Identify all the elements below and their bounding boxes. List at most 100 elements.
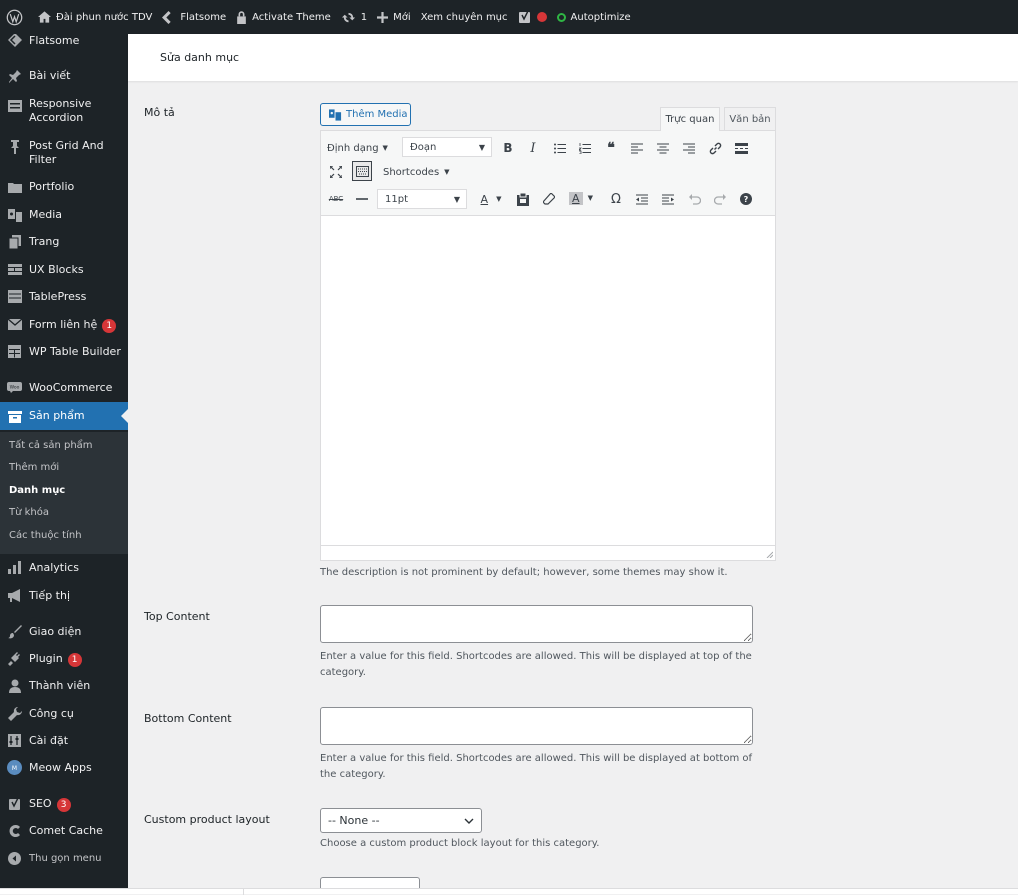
new-label: Mới (393, 11, 411, 23)
sidebar-item-settings[interactable]: Cài đặt (0, 733, 128, 747)
undo-button[interactable] (687, 190, 703, 208)
bottom-content-field[interactable] (320, 707, 753, 745)
sidebar-item-analytics[interactable]: Analytics (0, 560, 128, 574)
pin-icon (7, 68, 22, 83)
sidebar-item-ux-blocks[interactable]: UX Blocks (0, 262, 128, 276)
seo-count-badge: 3 (56, 798, 71, 812)
format-menu-button[interactable]: Định dạng ▼ (327, 139, 388, 157)
submenu-tags[interactable]: Từ khóa (9, 507, 49, 518)
italic-button[interactable]: I (525, 139, 541, 157)
autoptimize-menu[interactable]: Autoptimize (552, 0, 636, 34)
sidebar-item-posts[interactable]: Bài viết (0, 68, 128, 83)
tab-text[interactable]: Văn bản (724, 107, 776, 130)
horizontal-line-button[interactable] (354, 190, 370, 208)
bold-button[interactable]: B (500, 139, 516, 157)
accordion-icon (7, 98, 22, 113)
pages-icon (7, 234, 22, 249)
align-center-button[interactable] (655, 139, 671, 157)
help-icon: ? (740, 193, 752, 205)
activate-theme-menu[interactable]: Activate Theme (231, 0, 336, 34)
plugin-icon (7, 651, 22, 666)
sidebar-item-portfolio[interactable]: Portfolio (0, 179, 128, 193)
sidebar-item-tools[interactable]: Công cụ (0, 706, 128, 721)
align-center-icon (657, 143, 669, 153)
flatsome-label: Flatsome (180, 11, 227, 23)
comet-cache-icon (7, 823, 22, 838)
flatsome-menu[interactable]: Flatsome (157, 0, 231, 34)
updates-count: 1 (360, 11, 368, 23)
sidebar-item-media[interactable]: Media (0, 207, 128, 222)
sidebar-item-pages[interactable]: Trang (0, 234, 128, 249)
view-category-link[interactable]: Xem chuyên mục (416, 0, 513, 34)
submenu-all-products[interactable]: Tất cả sản phẩm (9, 440, 93, 451)
editor-status-bar (321, 545, 775, 560)
undo-icon (689, 193, 701, 205)
numbered-list-button[interactable] (577, 139, 593, 157)
sidebar-item-post-grid[interactable]: Post Grid And Filter (0, 139, 128, 167)
outdent-button[interactable] (634, 190, 650, 208)
read-more-button[interactable] (733, 139, 749, 157)
help-button[interactable]: ? (738, 190, 754, 208)
blockquote-button[interactable]: ❝ (603, 139, 619, 157)
editor-content-area[interactable] (321, 217, 775, 545)
bullet-list-button[interactable] (552, 139, 568, 157)
tab-visual[interactable]: Trực quan (660, 107, 720, 131)
strikethrough-button[interactable]: ABC (328, 190, 344, 208)
settings-icon (7, 733, 22, 748)
new-content-menu[interactable]: Mới (372, 0, 416, 34)
sidebar-item-tablepress[interactable]: TablePress (0, 289, 128, 303)
resize-handle-icon[interactable] (765, 550, 773, 558)
flatsome-icon (7, 34, 22, 47)
sidebar-item-responsive-accordion[interactable]: Responsive Accordion (0, 97, 128, 125)
chevron-down-icon: ▼ (496, 195, 502, 203)
collapse-menu-button[interactable]: Thu gọn menu (0, 851, 128, 865)
wp-logo-menu[interactable] (0, 0, 28, 34)
sidebar-item-marketing[interactable]: Tiếp thị (0, 588, 128, 602)
portfolio-icon (7, 179, 22, 194)
updates-menu[interactable]: 1 (336, 0, 372, 34)
sidebar-item-wp-table-builder[interactable]: WP Table Builder (0, 344, 128, 358)
toolbar-toggle-button[interactable] (352, 161, 372, 181)
insert-link-button[interactable] (707, 139, 723, 157)
plugin-count-badge: 1 (67, 653, 82, 667)
sidebar-item-users[interactable]: Thành viên (0, 678, 128, 693)
background-color-button[interactable]: A ▼ (566, 188, 596, 208)
shortcodes-menu-button[interactable]: Shortcodes ▼ (383, 163, 450, 181)
custom-layout-select[interactable]: -- None -- (320, 808, 482, 833)
redo-button[interactable] (712, 190, 728, 208)
home-icon (38, 11, 51, 23)
site-name-menu[interactable]: Đài phun nước TDV (28, 0, 157, 34)
align-right-button[interactable] (681, 139, 697, 157)
sidebar-item-comet-cache[interactable]: Comet Cache (0, 823, 128, 837)
sidebar-item-plugins[interactable]: Plugin 1 (0, 651, 128, 667)
paintbrush-icon (7, 624, 22, 639)
top-content-field[interactable] (320, 605, 753, 643)
sidebar-item-meow-apps[interactable]: M Meow Apps (0, 760, 128, 775)
sidebar-item-flatsome[interactable]: Flatsome (0, 34, 128, 48)
align-left-button[interactable] (629, 139, 645, 157)
paste-text-button[interactable] (515, 190, 531, 208)
indent-button[interactable] (660, 190, 676, 208)
seo-menu[interactable] (513, 0, 552, 34)
font-size-select[interactable]: 11pt ▼ (377, 189, 467, 209)
submenu-attributes[interactable]: Các thuộc tính (9, 530, 82, 541)
read-more-icon (734, 142, 748, 154)
description-editor: Định dạng ▼ Đoạn ▼ B I ❝ Shortcodes ▼ ABC 1… (320, 130, 776, 561)
chevron-down-icon (464, 818, 474, 824)
clipboard-icon (517, 192, 529, 206)
sidebar-item-products[interactable]: Sản phẩm (0, 402, 128, 430)
submenu-add-new[interactable]: Thêm mới (9, 462, 59, 473)
sidebar-item-contact-form[interactable]: Form liên hệ 1 (0, 317, 128, 333)
paragraph-select[interactable]: Đoạn ▼ (402, 137, 492, 157)
sidebar-item-woocommerce[interactable]: Woo WooCommerce (0, 380, 128, 394)
media-icon (7, 207, 22, 222)
special-character-button[interactable]: Ω (608, 190, 624, 208)
flatsome-icon (162, 10, 171, 24)
add-media-button[interactable]: Thêm Media (320, 103, 411, 126)
text-color-button[interactable]: A ▼ (475, 190, 507, 208)
clear-formatting-button[interactable] (541, 190, 557, 208)
submenu-categories[interactable]: Danh mục (9, 485, 65, 496)
fullscreen-button[interactable] (328, 163, 344, 181)
sidebar-item-appearance[interactable]: Giao diện (0, 624, 128, 638)
sidebar-item-seo[interactable]: SEO 3 (0, 796, 128, 812)
